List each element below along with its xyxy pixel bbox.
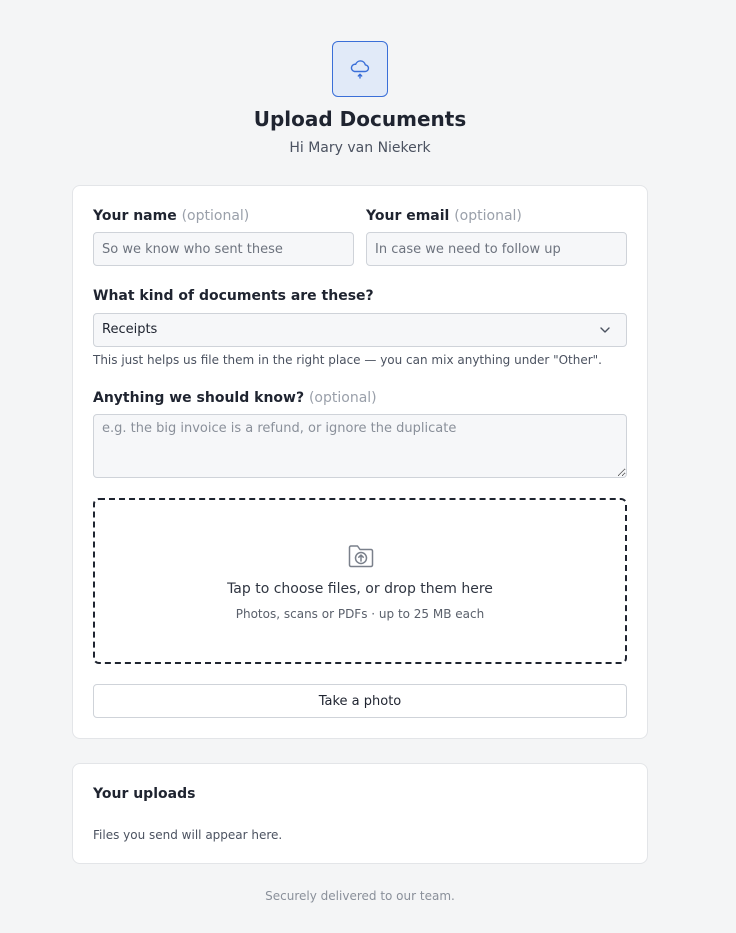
name-optional-hint: (optional)	[181, 208, 250, 224]
page-header: Upload Documents Hi Mary van Niekerk	[0, 41, 720, 157]
page-title: Upload Documents	[253, 107, 467, 131]
notes-label: Anything we should know? (optional)	[93, 390, 377, 406]
uploads-empty-text: Files you send will appear here.	[93, 828, 283, 842]
chevron-down-icon	[600, 327, 610, 333]
notes-optional-hint: (optional)	[308, 390, 377, 406]
cloud-upload-icon	[350, 60, 370, 79]
email-optional-hint: (optional)	[454, 208, 522, 224]
name-input[interactable]	[93, 232, 354, 266]
doc-type-help-text: This just helps us file them in the righ…	[93, 353, 602, 367]
take-photo-button[interactable]: Take a photo	[93, 684, 627, 718]
footer-text: Securely delivered to our team.	[265, 889, 455, 903]
notes-textarea[interactable]	[93, 414, 627, 478]
name-label: Your name (optional)	[93, 208, 250, 224]
file-dropzone[interactable]: Tap to choose files, or drop them here P…	[93, 498, 627, 664]
folder-upload-icon	[348, 545, 374, 568]
uploads-title: Your uploads	[93, 786, 196, 802]
app-logo	[332, 41, 388, 97]
doc-type-label: What kind of documents are these?	[93, 288, 374, 304]
email-input[interactable]	[366, 232, 627, 266]
doc-type-selected-value: Receipts	[102, 322, 158, 337]
dropzone-subtitle: Photos, scans or PDFs · up to 25 MB each	[235, 607, 485, 621]
upload-form-card: Your name (optional) Your email (optiona…	[72, 185, 648, 739]
greeting-text: Hi Mary van Niekerk	[289, 140, 431, 156]
uploads-card: Your uploads Files you send will appear …	[72, 763, 648, 864]
email-label: Your email (optional)	[366, 208, 522, 224]
dropzone-title: Tap to choose files, or drop them here	[227, 581, 493, 597]
doc-type-select[interactable]: Receipts	[93, 313, 627, 347]
